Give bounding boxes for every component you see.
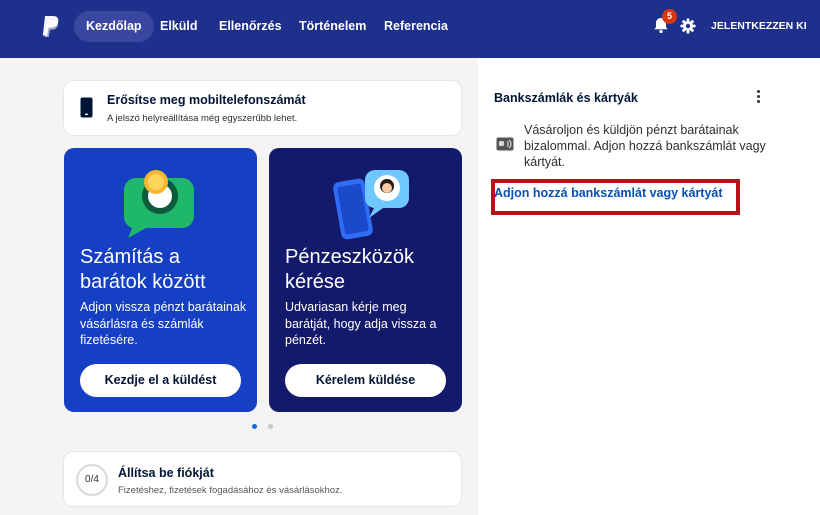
- gear-icon[interactable]: [680, 18, 696, 34]
- setup-account-card[interactable]: 0/4 Állítsa be fiókját Fizetéshez, fizet…: [63, 451, 462, 507]
- phone-avatar-illustration-icon: [333, 170, 409, 240]
- setup-account-subtitle: Fizetéshez, fizetések fogadásához és vás…: [118, 485, 343, 496]
- promo-description: Udvariasan kérje meg barátját, hogy adja…: [285, 300, 437, 347]
- logout-link[interactable]: JELENTKEZZEN KI: [711, 20, 807, 32]
- promo-title: Pénzeszközök kérése: [285, 246, 414, 293]
- setup-progress-indicator: 0/4: [76, 464, 108, 496]
- start-sending-button[interactable]: Kezdje el a küldést: [80, 364, 241, 397]
- carousel-pagination: [252, 424, 276, 430]
- setup-account-title: Állítsa be fiókját: [118, 466, 214, 480]
- highlight-annotation-box: [491, 179, 740, 215]
- banks-panel-title: Bankszámlák és kártyák: [494, 91, 638, 105]
- nav-item-home[interactable]: Kezdőlap: [74, 11, 154, 42]
- verify-phone-title: Erősítse meg mobiltelefonszámát: [107, 93, 306, 107]
- nav-item-history[interactable]: Történelem: [287, 11, 378, 42]
- bank-card-icon: [496, 137, 514, 151]
- promo-card-split: Számítás a barátok között Adjon vissza p…: [64, 148, 257, 412]
- nav-item-verify[interactable]: Ellenőrzés: [207, 11, 294, 42]
- promo-description: Adjon vissza pénzt barátainak vásárlásra…: [80, 300, 247, 347]
- carousel-dot-active[interactable]: [252, 424, 257, 429]
- promo-title: Számítás a barátok között: [80, 246, 206, 293]
- send-request-button[interactable]: Kérelem küldése: [285, 364, 446, 397]
- verify-phone-subtitle: A jelszó helyreállítása még egyszerűbb l…: [107, 113, 298, 124]
- promo-card-request: Pénzeszközök kérése Udvariasan kérje meg…: [269, 148, 462, 412]
- more-options-icon[interactable]: [755, 90, 761, 106]
- verify-phone-card[interactable]: Erősítse meg mobiltelefonszámát A jelszó…: [63, 80, 462, 136]
- top-navigation-bar: Kezdőlap Elküld Ellenőrzés Történelem Re…: [0, 0, 820, 58]
- carousel-dot[interactable]: [268, 424, 273, 429]
- banks-panel-description: Vásároljon és küldjön pénzt barátainak b…: [524, 123, 766, 169]
- notification-badge: 5: [662, 9, 677, 24]
- chat-coin-illustration-icon: [123, 170, 194, 238]
- paypal-logo-icon[interactable]: [40, 15, 60, 39]
- nav-item-send[interactable]: Elküld: [148, 11, 210, 42]
- banks-and-cards-panel: Bankszámlák és kártyák Vásároljon és kül…: [478, 58, 820, 515]
- phone-icon: [80, 97, 93, 118]
- nav-item-reference[interactable]: Referencia: [372, 11, 460, 42]
